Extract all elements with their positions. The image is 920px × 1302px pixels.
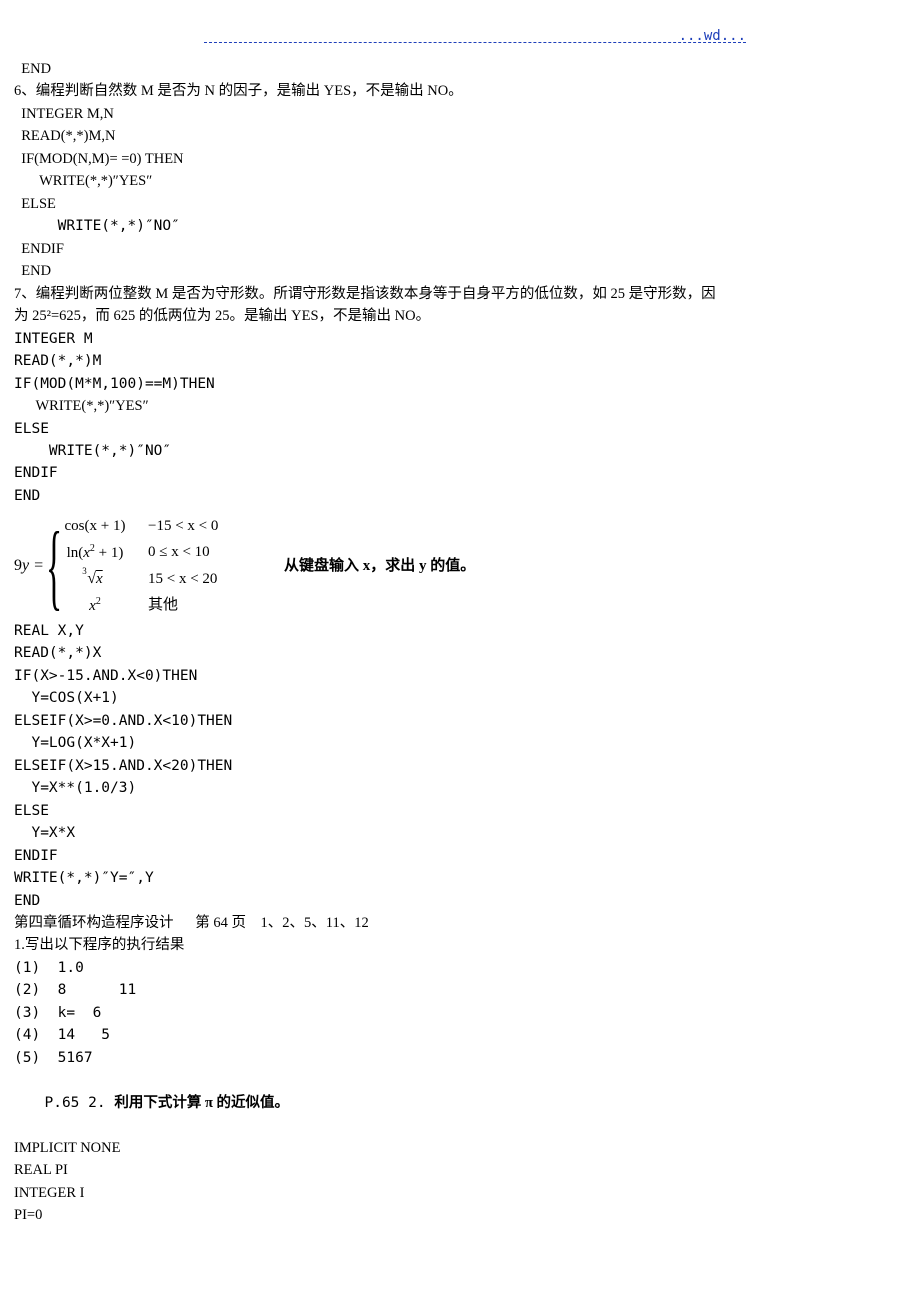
code-line: WRITE(*,*)″NO″ xyxy=(14,215,906,237)
code-line: READ(*,*)M,N xyxy=(14,125,906,147)
case-cond: 0 ≤ x < 10 xyxy=(148,541,248,564)
result-line: (3) k= 6 xyxy=(14,1002,906,1024)
prompt-text: 从键盘输入 xyxy=(284,558,363,574)
code-line: IF(MOD(M*M,100)==M)THEN xyxy=(14,373,906,395)
p65-label: P.65 2. xyxy=(36,1095,115,1111)
result-line: (5) 5167 xyxy=(14,1047,906,1069)
code-line: READ(*,*)X xyxy=(14,642,906,664)
code-line: ELSE xyxy=(14,418,906,440)
q6-title: 6、编程判断自然数 M 是否为 N 的因子，是输出 YES，不是输出 NO。 xyxy=(14,80,906,102)
cube-root-icon: 3 √x xyxy=(87,567,102,592)
code-line: END xyxy=(14,485,906,507)
code-line: PI=0 xyxy=(14,1204,906,1226)
code-line: READ(*,*)M xyxy=(14,350,906,372)
p65-bold-title: 利用下式计算 π 的近似值。 xyxy=(114,1095,289,1111)
prompt-text: ，求出 xyxy=(370,558,419,574)
case-cond: 其他 xyxy=(148,594,248,617)
p65-q2-title: P.65 2. 利用下式计算 π 的近似值。 xyxy=(14,1069,906,1136)
q9-piecewise-function: 9 y = { cos(x + 1) −15 < x < 0 ln(x2 + 1… xyxy=(14,515,906,618)
q7-title-line1: 7、编程判断两位整数 M 是否为守形数。所谓守形数是指该数本身等于自身平方的低位… xyxy=(14,283,906,305)
wd-marker: ...wd... xyxy=(679,26,746,48)
code-line: INTEGER M xyxy=(14,328,906,350)
code-line: INTEGER M,N xyxy=(14,103,906,125)
code-line: Y=X**(1.0/3) xyxy=(14,777,906,799)
prompt-text: 的值。 xyxy=(427,558,476,574)
header-dashed-line xyxy=(204,42,746,43)
code-line: WRITE(*,*)″NO″ xyxy=(14,440,906,462)
case-cond: −15 < x < 0 xyxy=(148,515,248,538)
code-line: WRITE(*,*)″YES″ xyxy=(14,170,906,192)
case-expr: ln(x2 + 1) xyxy=(60,541,130,565)
code-line: ELSEIF(X>=0.AND.X<10)THEN xyxy=(14,710,906,732)
code-line: ELSE xyxy=(14,193,906,215)
code-line: IF(X>-15.AND.X<0)THEN xyxy=(14,665,906,687)
var-y: y xyxy=(419,558,427,574)
code-line: ELSE xyxy=(14,800,906,822)
document-body: END 6、编程判断自然数 M 是否为 N 的因子，是输出 YES，不是输出 N… xyxy=(14,58,906,1227)
code-line: END xyxy=(14,260,906,282)
case1-expr: cos(x + 1) xyxy=(65,518,126,534)
code-line: IF(MOD(N,M)= =0) THEN xyxy=(14,148,906,170)
chapter4-title: 第四章循环构造程序设计 第 64 页 1、2、5、11、12 xyxy=(14,912,906,934)
code-line: Y=COS(X+1) xyxy=(14,687,906,709)
piecewise-cases: cos(x + 1) −15 < x < 0 ln(x2 + 1) 0 ≤ x … xyxy=(60,515,248,618)
ch4-q1: 1.写出以下程序的执行结果 xyxy=(14,934,906,956)
code-line: INTEGER I xyxy=(14,1182,906,1204)
code-line: ELSEIF(X>15.AND.X<20)THEN xyxy=(14,755,906,777)
case-expr: 3 √x xyxy=(60,567,130,592)
result-line: (2) 8 11 xyxy=(14,979,906,1001)
code-line: Y=LOG(X*X+1) xyxy=(14,732,906,754)
code-line: ENDIF xyxy=(14,845,906,867)
code-line: Y=X*X xyxy=(14,822,906,844)
piecewise-lhs: 9 y = { cos(x + 1) −15 < x < 0 ln(x2 + 1… xyxy=(14,515,248,618)
code-line: END xyxy=(14,890,906,912)
code-line: REAL PI xyxy=(14,1159,906,1181)
result-line: (4) 14 5 xyxy=(14,1024,906,1046)
case-expr: x2 xyxy=(60,594,130,618)
code-line: WRITE(*,*)″YES″ xyxy=(14,395,906,417)
q9-prompt: 从键盘输入 x，求出 y 的值。 xyxy=(284,555,475,578)
root-index: 3 xyxy=(82,565,87,579)
code-line: IMPLICIT NONE xyxy=(14,1137,906,1159)
page-header: ...wd... xyxy=(14,28,906,52)
case-cond: 15 < x < 20 xyxy=(148,568,248,591)
q7-title-line2: 为 25²=625，而 625 的低两位为 25。是输出 YES，不是输出 NO… xyxy=(14,305,906,327)
code-line: ENDIF xyxy=(14,462,906,484)
q9-y-equals: y = xyxy=(22,554,44,579)
code-line: REAL X,Y xyxy=(14,620,906,642)
left-brace-icon: { xyxy=(46,523,62,609)
code-line: ENDIF xyxy=(14,238,906,260)
result-line: (1) 1.0 xyxy=(14,957,906,979)
code-line: END xyxy=(14,58,906,80)
q9-number: 9 xyxy=(14,554,22,579)
code-line: WRITE(*,*)″Y=″,Y xyxy=(14,867,906,889)
root-arg: x xyxy=(96,571,103,587)
case-expr: cos(x + 1) xyxy=(60,515,130,538)
document-page: ...wd... END 6、编程判断自然数 M 是否为 N 的因子，是输出 Y… xyxy=(0,0,920,1247)
